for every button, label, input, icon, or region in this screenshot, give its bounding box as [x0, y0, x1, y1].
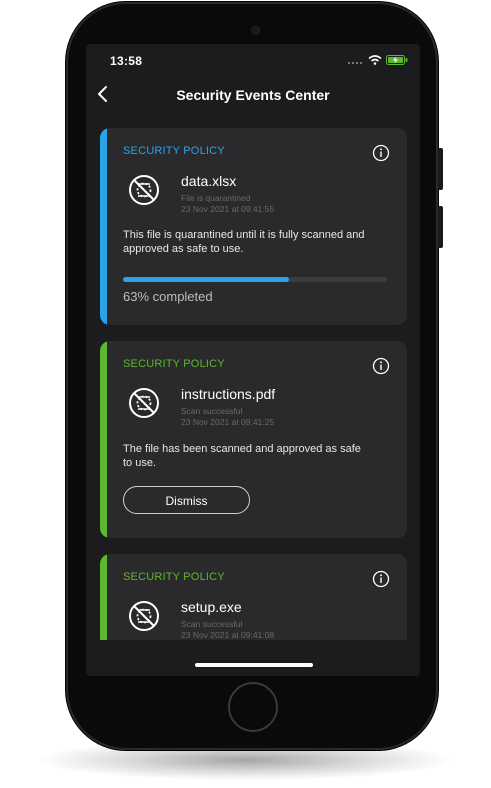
card-accent-bar: [100, 128, 107, 325]
file-status: Scan successful: [181, 406, 243, 416]
file-date: 23 Nov 2021 at 09:41:25: [181, 417, 275, 427]
file-shield-icon: [129, 601, 159, 631]
nav-bar: Security Events Center: [86, 76, 420, 112]
file-name: setup.exe: [181, 599, 242, 615]
signal-icon: [348, 62, 362, 64]
screen: 13:58 Security Events Center SECURITY PO…: [86, 44, 420, 676]
file-name: data.xlsx: [181, 173, 237, 189]
event-description: This file is quarantined until it is ful…: [123, 229, 365, 255]
file-shield-icon: [129, 388, 159, 418]
side-button: [438, 148, 443, 190]
side-button: [438, 206, 443, 248]
page-title: Security Events Center: [176, 87, 330, 103]
file-shield-icon: [129, 175, 159, 205]
front-camera: [252, 27, 259, 34]
home-indicator[interactable]: [195, 663, 313, 667]
file-date: 23 Nov 2021 at 09:41:55: [181, 204, 275, 214]
event-card-quarantined: SECURITY POLICY data.xlsx File is quaran…: [100, 128, 407, 325]
policy-label: SECURITY POLICY: [123, 145, 225, 157]
status-bar: 13:58: [86, 44, 420, 76]
file-status: File is quarantined: [181, 193, 251, 203]
progress-fill: [123, 277, 290, 282]
progress-text: 63% completed: [123, 289, 213, 304]
info-icon[interactable]: [372, 144, 390, 162]
card-accent-bar: [100, 341, 107, 538]
wifi-icon: [368, 55, 382, 65]
home-button[interactable]: [228, 682, 278, 732]
policy-label: SECURITY POLICY: [123, 358, 225, 370]
progress-bar: [123, 277, 387, 282]
file-status: Scan successful: [181, 619, 243, 629]
dismiss-button[interactable]: Dismiss: [123, 486, 250, 514]
event-description: The file has been scanned and approved a…: [123, 443, 361, 469]
policy-label: SECURITY POLICY: [123, 571, 225, 583]
info-icon[interactable]: [372, 570, 390, 588]
info-icon[interactable]: [372, 357, 390, 375]
battery-charging-icon: [386, 55, 408, 65]
status-time: 13:58: [110, 54, 143, 68]
event-card-scanned: SECURITY POLICY instructions.pdf Scan su…: [100, 341, 407, 538]
file-date: 23 Nov 2021 at 09:41:08: [181, 630, 275, 640]
bottom-bar: [86, 640, 420, 676]
file-name: instructions.pdf: [181, 386, 276, 402]
